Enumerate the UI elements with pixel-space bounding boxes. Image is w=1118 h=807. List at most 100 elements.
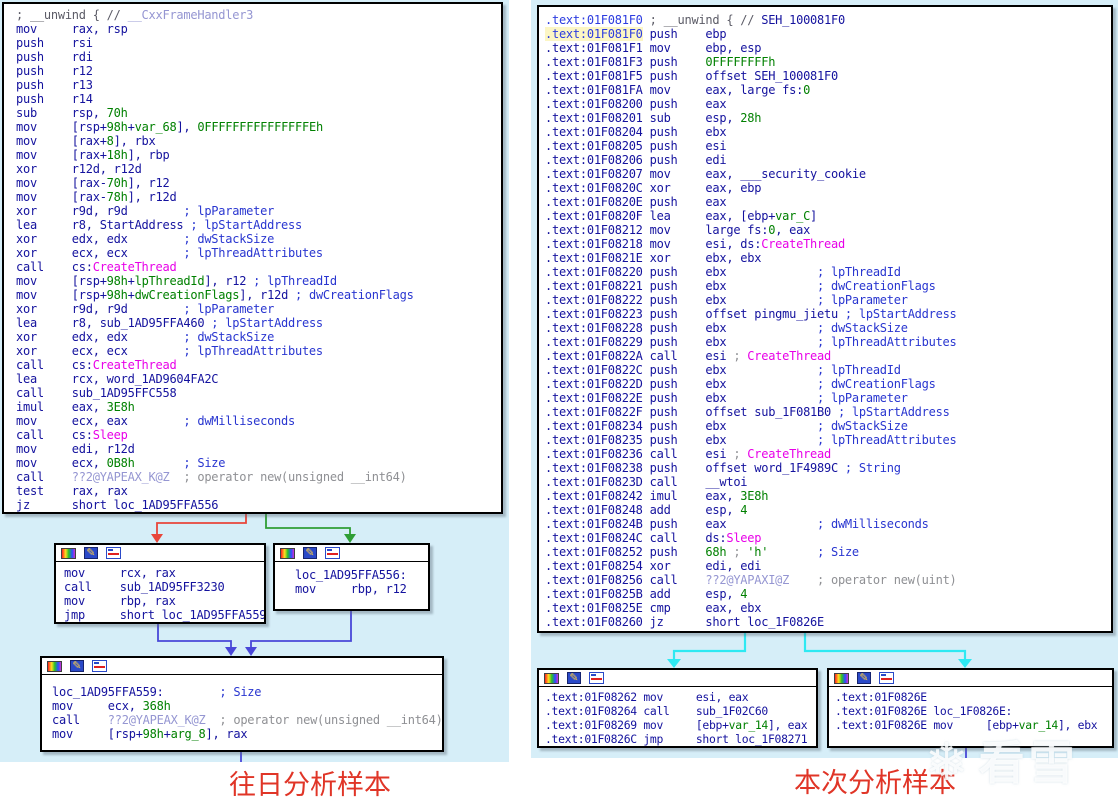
asm-line: .text:01F0822E push ebx ; lpParameter (545, 391, 1111, 405)
asm-line: jz short loc_1AD95FFA556 (16, 498, 501, 512)
asm-line: ; __unwind { // __CxxFrameHandler3 (16, 8, 501, 22)
asm-line: mov [rsp+98h+arg_8], rax (52, 727, 442, 741)
asm-line: .text:01F08252 push 68h ; 'h' ; Size (545, 545, 1111, 559)
collapse-icon[interactable] (589, 672, 604, 684)
asm-line: mov rax, rsp (16, 22, 501, 36)
asm-line: call ??2@YAPEAX_K@Z ; operator new(unsig… (52, 713, 442, 727)
asm-line: push r13 (16, 78, 501, 92)
asm-line: .text:01F081F0 ; __unwind { // SEH_10008… (545, 13, 1111, 27)
node-toolbar: ✎ (56, 545, 264, 562)
asm-line: loc_1AD95FFA559: ; Size (52, 685, 442, 699)
asm-line: .text:01F08206 push edi (545, 153, 1111, 167)
asm-node-left-main[interactable]: ; __unwind { // __CxxFrameHandler3mov ra… (2, 2, 503, 514)
ida-graph-comparison: ; __unwind { // __CxxFrameHandler3mov ra… (0, 0, 1118, 807)
asm-line: .text:01F0826E loc_1F0826E: (835, 704, 1112, 718)
asm-line: loc_1AD95FFA556: (295, 568, 428, 582)
edit-icon[interactable]: ✎ (567, 672, 581, 684)
asm-line: mov [rax+18h], rbp (16, 148, 501, 162)
asm-line: xor r12d, r12d (16, 162, 501, 176)
asm-line: .text:01F0822A call esi ; CreateThread (545, 349, 1111, 363)
asm-node-right-fallthrough[interactable]: ✎ .text:01F08262 mov esi, eax .text:01F08… (537, 668, 818, 748)
asm-line: imul eax, 3E8h (16, 400, 501, 414)
collapse-icon[interactable] (879, 672, 894, 684)
asm-line: push r14 (16, 92, 501, 106)
asm-node-left-loc-1AD95FFA559[interactable]: ✎ loc_1AD95FFA559: ; Sizemov ecx, 368hca… (40, 656, 444, 752)
palette-icon[interactable] (834, 673, 849, 684)
asm-line: .text:01F0826C jmp short loc_1F08271 (545, 732, 816, 746)
asm-line: .text:01F08260 jz short loc_1F0826E (545, 615, 1111, 629)
asm-line: sub rsp, 70h (16, 106, 501, 120)
asm-line: .text:01F08256 call ??2@YAPAXI@Z ; opera… (545, 573, 1111, 587)
asm-line: .text:01F08228 push ebx ; dwStackSize (545, 321, 1111, 335)
asm-line: .text:01F081F5 push offset SEH_100081F0 (545, 69, 1111, 83)
asm-line: xor r9d, r9d ; lpParameter (16, 302, 501, 316)
asm-line: .text:01F0821E xor ebx, ebx (545, 251, 1111, 265)
edit-icon[interactable]: ✎ (857, 672, 871, 684)
asm-line: .text:01F0822D push ebx ; dwCreationFlag… (545, 377, 1111, 391)
right-sample-label: 本次分析样本 (740, 769, 1010, 799)
asm-node-right-loc-1F0826E[interactable]: ✎ .text:01F0826E.text:01F0826E loc_1F082… (827, 668, 1114, 748)
asm-line: mov ecx, 368h (52, 699, 442, 713)
asm-line: mov rbp, rax (64, 594, 264, 608)
collapse-icon[interactable] (106, 547, 121, 559)
edit-icon[interactable]: ✎ (84, 547, 98, 559)
palette-icon[interactable] (280, 548, 295, 559)
palette-icon[interactable] (61, 548, 76, 559)
collapse-icon[interactable] (325, 547, 340, 559)
asm-code: loc_1AD95FFA556:mov rbp, r12 (275, 562, 428, 596)
asm-line: call cs:CreateThread (16, 260, 501, 274)
asm-node-left-call-branch[interactable]: ✎ mov rcx, raxcall sub_1AD95FF3230mov rb… (54, 543, 266, 624)
asm-line: jmp short loc_1AD95FFA559 (64, 608, 264, 622)
asm-line: mov [rax-70h], r12 (16, 176, 501, 190)
asm-node-left-loc-1AD95FFA556[interactable]: ✎ loc_1AD95FFA556:mov rbp, r12 (273, 543, 430, 611)
asm-line: .text:01F08212 mov large fs:0, eax (545, 223, 1111, 237)
asm-line: .text:01F08238 push offset word_1F4989C … (545, 461, 1111, 475)
asm-line: .text:01F08236 call esi ; CreateThread (545, 447, 1111, 461)
asm-line: .text:01F0822F push offset sub_1F081B0 ;… (545, 405, 1111, 419)
collapse-icon[interactable] (92, 660, 107, 672)
asm-line: .text:01F0825E cmp eax, ebx (545, 601, 1111, 615)
asm-line: .text:01F0824C call ds:Sleep (545, 531, 1111, 545)
asm-line: call cs:Sleep (16, 428, 501, 442)
asm-line: xor r9d, r9d ; lpParameter (16, 204, 501, 218)
asm-line: xor edx, edx ; dwStackSize (16, 232, 501, 246)
asm-line: xor ecx, ecx ; lpThreadAttributes (16, 344, 501, 358)
asm-line: .text:01F081FA mov eax, large fs:0 (545, 83, 1111, 97)
asm-line: call cs:CreateThread (16, 358, 501, 372)
asm-line: call sub_1AD95FFC558 (16, 386, 501, 400)
palette-icon[interactable] (544, 673, 559, 684)
edit-icon[interactable]: ✎ (70, 660, 84, 672)
asm-line: .text:01F08248 add esp, 4 (545, 503, 1111, 517)
asm-code: .text:01F081F0 ; __unwind { // SEH_10008… (539, 7, 1111, 629)
node-toolbar: ✎ (829, 670, 1112, 687)
asm-line: mov [rax-78h], r12d (16, 190, 501, 204)
asm-line: .text:01F08221 push ebx ; dwCreationFlag… (545, 279, 1111, 293)
asm-line: mov rcx, rax (64, 566, 264, 580)
asm-line: .text:01F08254 xor edi, edi (545, 559, 1111, 573)
asm-code: ; __unwind { // __CxxFrameHandler3mov ra… (4, 4, 501, 512)
node-toolbar: ✎ (42, 658, 442, 675)
asm-line: .text:01F08205 push esi (545, 139, 1111, 153)
asm-node-right-main[interactable]: .text:01F081F0 ; __unwind { // SEH_10008… (537, 5, 1113, 633)
asm-line: .text:01F08262 mov esi, eax (545, 690, 816, 704)
asm-line: lea r8, sub_1AD95FFA460 ; lpStartAddress (16, 316, 501, 330)
asm-line: .text:01F08223 push offset pingmu_jietu … (545, 307, 1111, 321)
asm-line: mov [rsp+98h+var_68], 0FFFFFFFFFFFFFFFEh (16, 120, 501, 134)
asm-line: .text:01F08269 mov [ebp+var_14], eax (545, 718, 816, 732)
asm-line: mov ecx, 0B8h ; Size (16, 456, 501, 470)
asm-line: .text:01F0822C push ebx ; lpThreadId (545, 363, 1111, 377)
asm-line: mov [rsp+98h+lpThreadId], r12 ; lpThread… (16, 274, 501, 288)
asm-line: .text:01F08218 mov esi, ds:CreateThread (545, 237, 1111, 251)
asm-line: .text:01F0826E (835, 690, 1112, 704)
edit-icon[interactable]: ✎ (303, 547, 317, 559)
asm-line: .text:01F0820E push eax (545, 195, 1111, 209)
asm-line: mov [rsp+98h+dwCreationFlags], r12d ; dw… (16, 288, 501, 302)
asm-line: .text:01F0820C xor eax, ebp (545, 181, 1111, 195)
asm-line: .text:01F08200 push eax (545, 97, 1111, 111)
palette-icon[interactable] (47, 661, 62, 672)
asm-line: mov [rax+8], rbx (16, 134, 501, 148)
asm-line: .text:01F08235 push ebx ; lpThreadAttrib… (545, 433, 1111, 447)
asm-line: .text:01F08242 imul eax, 3E8h (545, 489, 1111, 503)
asm-line: .text:01F08204 push ebx (545, 125, 1111, 139)
asm-code: .text:01F0826E.text:01F0826E loc_1F0826E… (829, 687, 1112, 732)
